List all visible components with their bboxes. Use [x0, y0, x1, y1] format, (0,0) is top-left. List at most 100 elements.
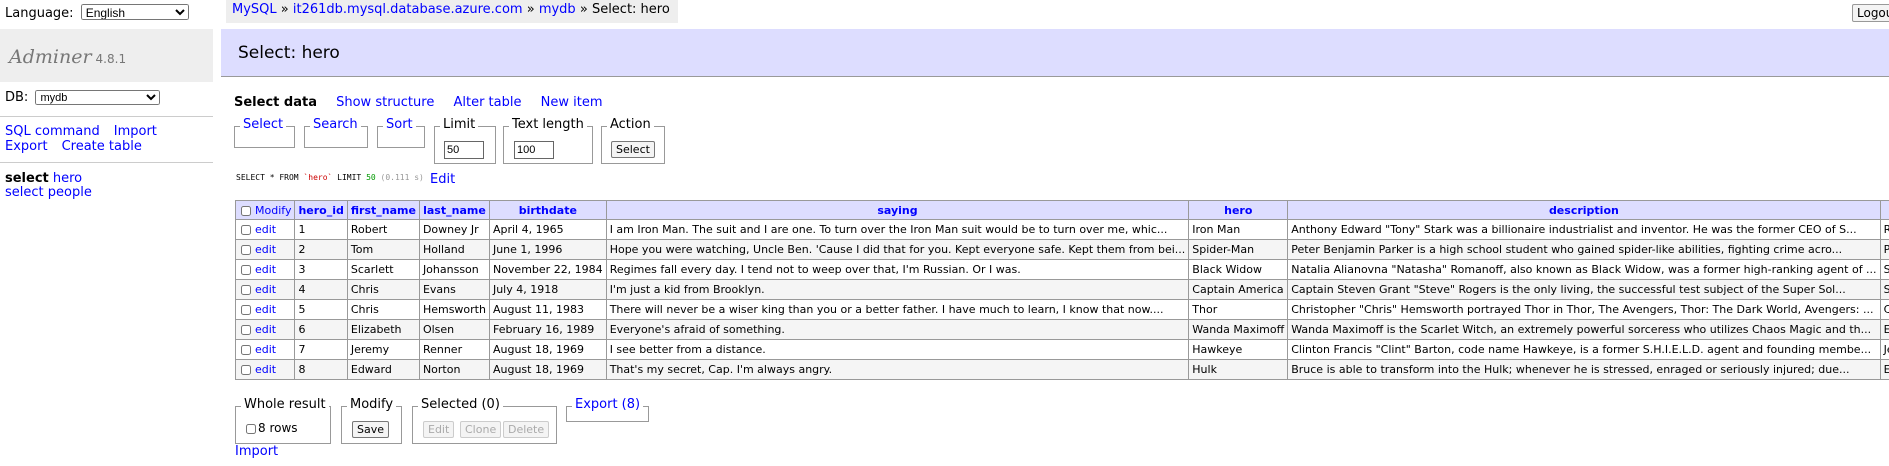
row-edit-link[interactable]: edit [255, 323, 276, 336]
save-button[interactable]: Save [352, 421, 390, 438]
search-toggle[interactable]: Search [313, 117, 358, 132]
select-button[interactable]: Select [611, 141, 655, 158]
row-edit-link[interactable]: edit [255, 243, 276, 256]
row-edit-link[interactable]: edit [255, 343, 276, 356]
row-checkbox[interactable] [241, 325, 251, 335]
select-all-checkbox[interactable] [241, 205, 251, 216]
cell-birthdate: November 22, 1984 [488, 259, 607, 280]
sort-toggle[interactable]: Sort [386, 117, 413, 132]
row-checkbox[interactable] [241, 345, 251, 355]
cell-description: Wanda Maximoff is the Scarlet Witch, an … [1287, 319, 1881, 340]
export-link[interactable]: Export [5, 139, 48, 154]
import-link[interactable]: Import [235, 444, 278, 459]
alter-table-link[interactable]: Alter table [453, 95, 521, 110]
cell-birthdate: August 18, 1969 [488, 359, 607, 380]
db-label: DB: [5, 90, 29, 105]
row-edit-link[interactable]: edit [255, 283, 276, 296]
page-header: Select: hero [221, 29, 1889, 77]
delete-button[interactable]: Delete [503, 421, 550, 438]
column-header[interactable]: imgs [1879, 200, 1889, 220]
table-row: edit 2 Tom Holland June 1, 1996 Hope you were… [234, 239, 1889, 260]
column-header[interactable]: last_name [418, 200, 490, 220]
action-label: Action [607, 117, 654, 132]
cell-description: Christopher "Chris" Hemsworth portrayed … [1287, 299, 1881, 320]
row-checkbox[interactable] [241, 285, 251, 295]
table-list: select hero select people [5, 172, 92, 200]
row-edit-link[interactable]: edit [255, 263, 276, 276]
sidebar-divider [0, 116, 213, 117]
table-item-hero[interactable]: select hero [5, 172, 92, 186]
cell-birthdate: August 18, 1969 [488, 339, 607, 360]
column-header[interactable]: saying [605, 200, 1190, 220]
row-checkbox[interactable] [241, 225, 251, 235]
cell-description: Bruce is able to transform into the Hulk… [1287, 359, 1881, 380]
logout-button[interactable]: Logout [1852, 4, 1889, 22]
table-row: edit 7 Jeremy Renner August 18, 1969 I see be… [234, 339, 1889, 360]
breadcrumb-mysql[interactable]: MySQL [232, 2, 277, 17]
sort-fieldset: Sort [377, 117, 425, 148]
cell-description: Clinton Francis "Clint" Barton, code nam… [1287, 339, 1881, 360]
row-modify-cell: edit [234, 339, 296, 360]
text-length-label: Text length [509, 117, 587, 132]
whole-result-option[interactable]: 8 rows [246, 421, 298, 435]
cell-birthdate: July 4, 1918 [488, 279, 607, 300]
breadcrumb-server[interactable]: it261db.mysql.database.azure.com [293, 2, 523, 17]
db-select[interactable]: mydb [35, 90, 161, 105]
cell-hero-id: 1 [294, 219, 348, 240]
row-checkbox[interactable] [241, 245, 251, 255]
limit-input[interactable] [444, 141, 484, 159]
row-edit-link[interactable]: edit [255, 363, 276, 376]
column-header[interactable]: hero_id [294, 200, 348, 220]
text-length-input[interactable] [514, 141, 554, 159]
cell-last-name: Renner [418, 339, 490, 360]
modify-fieldset: Modify Save [341, 397, 402, 444]
table-row: edit 3 Scarlett Johansson November 22, 1984 R… [234, 259, 1889, 280]
whole-result-fieldset: Whole result 8 rows [235, 397, 331, 444]
column-header[interactable]: birthdate [488, 200, 607, 220]
select-toggle[interactable]: Select [243, 117, 283, 132]
table-row: edit 5 Chris Hemsworth August 11, 1983 There … [234, 299, 1889, 320]
import-link[interactable]: Import [114, 124, 157, 139]
text-length-fieldset: Text length [503, 117, 593, 164]
modify-header: Modify [234, 200, 296, 220]
show-structure-link[interactable]: Show structure [336, 95, 434, 110]
language-select[interactable]: English [80, 4, 189, 20]
new-item-link[interactable]: New item [541, 95, 603, 110]
row-edit-link[interactable]: edit [255, 303, 276, 316]
cell-hero-id: 2 [294, 239, 348, 260]
cell-imgs: Chri [1879, 299, 1889, 320]
app-logo[interactable]: Adminer 4.8.1 [9, 46, 126, 68]
create-table-link[interactable]: Create table [62, 139, 142, 154]
data-table: Modify hero_id first_name last_name birt… [234, 200, 1889, 380]
cell-hero-id: 5 [294, 299, 348, 320]
row-modify-cell: edit [234, 299, 296, 320]
edit-selected-button[interactable]: Edit [423, 421, 455, 438]
whole-result-label: Whole result [241, 397, 329, 412]
cell-imgs: Jeremy [1879, 339, 1889, 360]
row-checkbox[interactable] [241, 365, 251, 375]
row-checkbox[interactable] [241, 265, 251, 275]
cell-hero: Hawkeye [1188, 339, 1289, 360]
cell-saying: Hope you were watching, Uncle Ben. 'Caus… [605, 239, 1190, 260]
cell-hero-id: 7 [294, 339, 348, 360]
cell-imgs: Scar [1879, 259, 1889, 280]
table-item-people[interactable]: select people [5, 186, 92, 200]
sql-command-link[interactable]: SQL command [5, 124, 100, 139]
column-header[interactable]: hero [1188, 200, 1289, 220]
modify-label: Modify [347, 397, 397, 412]
table-row: edit 8 Edward Norton August 18, 1969 That's m… [234, 359, 1889, 380]
cell-description: Peter Benjamin Parker is a high school s… [1287, 239, 1881, 260]
cell-hero: Captain America [1188, 279, 1289, 300]
row-checkbox[interactable] [241, 305, 251, 315]
whole-result-checkbox[interactable] [246, 423, 256, 434]
breadcrumb-db[interactable]: mydb [539, 2, 576, 17]
export-toggle[interactable]: Export (8) [575, 397, 640, 412]
clone-button[interactable]: Clone [460, 421, 502, 438]
column-header[interactable]: first_name [346, 200, 420, 220]
edit-query-link[interactable]: Edit [430, 172, 455, 187]
cell-first-name: Chris [346, 279, 420, 300]
limit-fieldset: Limit [434, 117, 496, 164]
row-edit-link[interactable]: edit [255, 223, 276, 236]
column-header[interactable]: description [1287, 200, 1881, 220]
table-row: edit 4 Chris Evans July 4, 1918 I'm just a ki… [234, 279, 1889, 300]
